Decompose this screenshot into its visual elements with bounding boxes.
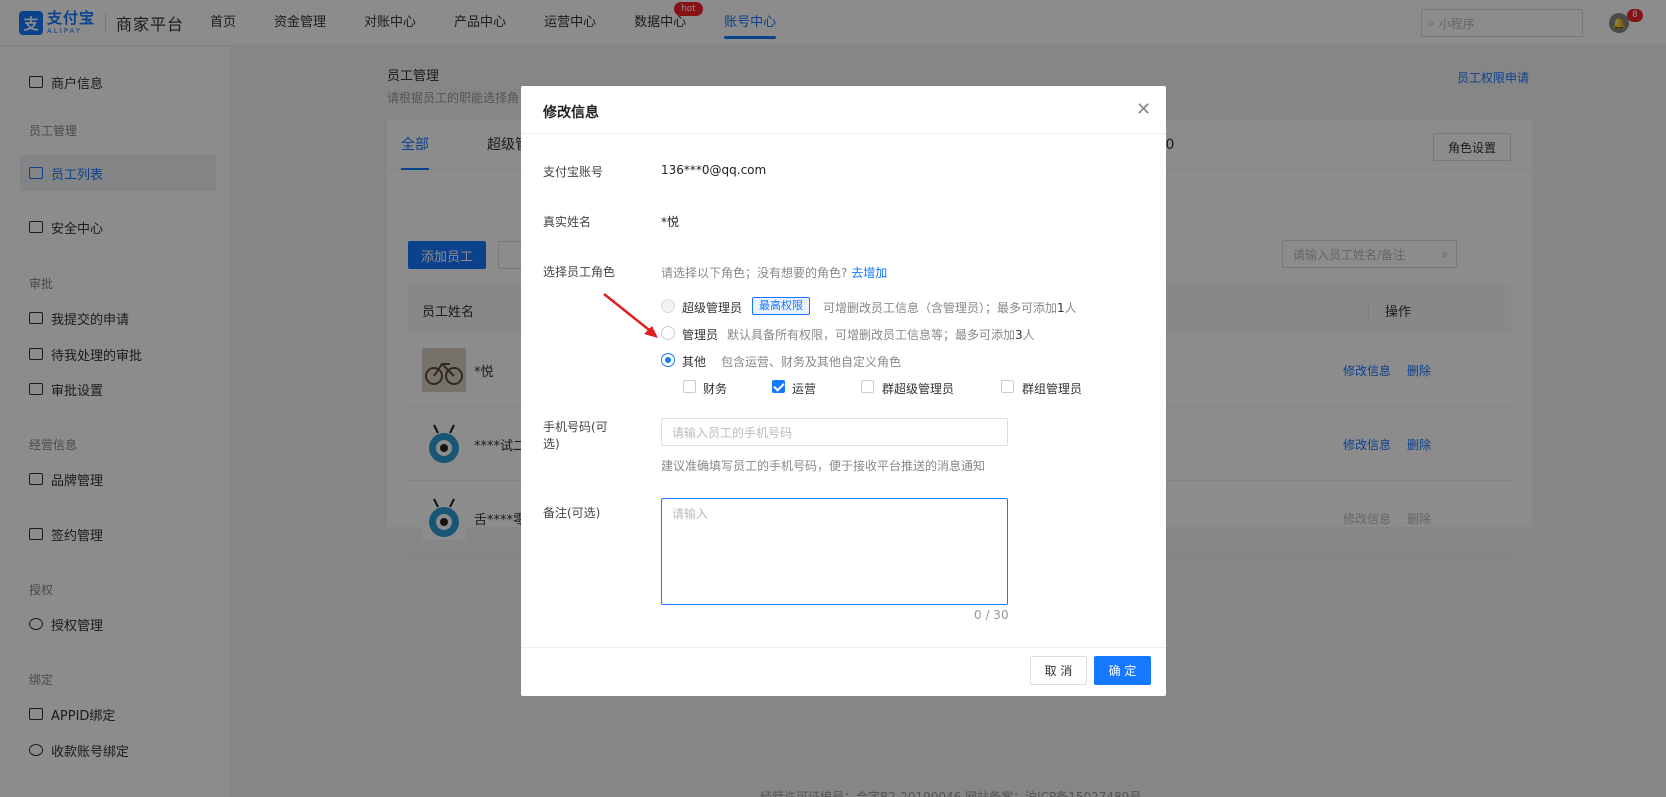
phone-hint: 建议准确填写员工的手机号码，便于接收平台推送的消息通知 <box>661 459 986 473</box>
role-limit-unit: 人 <box>1022 328 1035 342</box>
remark-placeholder: 请输入 <box>672 507 709 521</box>
phone-input[interactable]: 请输入员工的手机号码 <box>661 418 1008 446</box>
role-hint: 请选择以下角色；没有想要的角色? 去增加 <box>661 264 887 281</box>
account-value: 136***0@qq.com <box>661 163 767 177</box>
edit-info-modal: 修改信息 ✕ 支付宝账号 136***0@qq.com 真实姓名 *悦 选择员工… <box>521 86 1166 696</box>
modal-title: 修改信息 <box>543 105 599 121</box>
phone-placeholder: 请输入员工的手机号码 <box>672 425 793 440</box>
phone-label: 手机号码(可选) <box>543 420 608 451</box>
realname-label: 真实姓名 <box>543 215 592 229</box>
role-desc-text: 可增删改员工信息（含管理员）；最多可添加 <box>823 301 1058 315</box>
char-counter: 0 / 30 <box>974 608 1009 622</box>
radio-super-admin[interactable] <box>661 299 675 313</box>
checkbox-label: 群组管理员 <box>1022 382 1083 396</box>
confirm-button[interactable]: 确 定 <box>1094 656 1151 685</box>
role-desc-text: 默认具备所有权限，可增删改员工信息等；最多可添加 <box>727 328 1016 342</box>
checkbox-label: 运营 <box>792 382 817 396</box>
close-icon[interactable]: ✕ <box>1136 99 1151 120</box>
checkbox-group-super-admin[interactable] <box>861 380 874 393</box>
checkbox-operations[interactable] <box>772 380 785 393</box>
radio-other[interactable] <box>661 353 675 367</box>
realname-value: *悦 <box>661 215 680 229</box>
add-role-link[interactable]: 去增加 <box>851 266 887 280</box>
role-limit: 3 <box>1015 328 1023 342</box>
role-limit-unit: 人 <box>1064 301 1077 315</box>
cancel-button[interactable]: 取 消 <box>1030 656 1087 685</box>
modal-header: 修改信息 ✕ <box>521 86 1166 134</box>
checkbox-group-admin[interactable] <box>1001 380 1014 393</box>
role-desc-admin: 默认具备所有权限，可增删改员工信息等；最多可添加3人 <box>727 326 1035 343</box>
role-label: 选择员工角色 <box>543 265 616 279</box>
role-desc-other: 包含运营、财务及其他自定义角色 <box>721 355 902 369</box>
checkbox-finance[interactable] <box>683 380 696 393</box>
checkbox-label: 群超级管理员 <box>882 382 955 396</box>
highest-permission-tag: 最高权限 <box>752 297 810 315</box>
account-label: 支付宝账号 <box>543 165 604 179</box>
role-limit: 1 <box>1057 301 1065 315</box>
remark-textarea[interactable]: 请输入 <box>661 498 1008 605</box>
role-name-admin: 管理员 <box>682 328 719 342</box>
role-hint-text: 请选择以下角色；没有想要的角色? <box>661 266 848 280</box>
radio-admin[interactable] <box>661 326 675 340</box>
role-name-other: 其他 <box>682 355 707 369</box>
remark-label: 备注(可选) <box>543 506 601 520</box>
role-name-super-admin: 超级管理员 <box>682 301 743 315</box>
annotation-arrow-icon <box>603 293 658 338</box>
checkbox-label: 财务 <box>703 382 728 396</box>
role-desc-super-admin: 可增删改员工信息（含管理员）；最多可添加1人 <box>823 299 1077 316</box>
